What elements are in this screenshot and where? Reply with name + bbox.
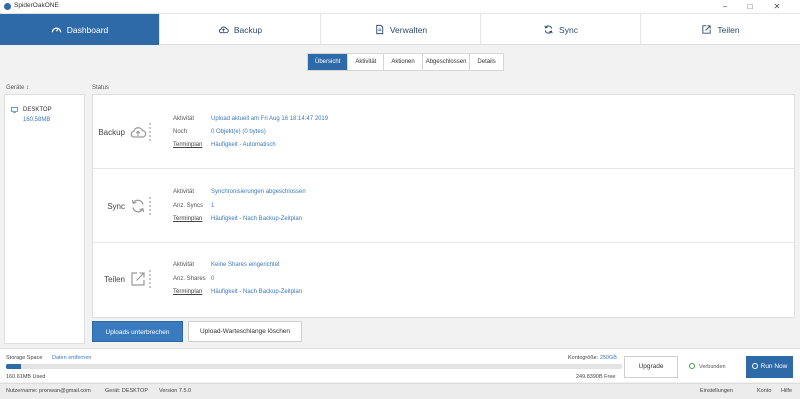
row-value: 1	[211, 203, 215, 209]
storage-area: Storage Space Daten entfernen Kontogröße…	[0, 348, 800, 382]
status-panel: Backup Aktivität Upload aktuell am Fri A…	[92, 94, 795, 318]
window-title: SpiderOakONE	[14, 2, 59, 9]
storage-used: 160.61MB Used	[6, 374, 46, 380]
account-quota: Kontogröße: 250GB	[568, 355, 617, 361]
devices-header[interactable]: Geräte ↕	[6, 85, 29, 91]
subtab-aktivitaet[interactable]: Aktivität	[348, 54, 385, 70]
row-key: Noch	[173, 129, 188, 135]
status-section-teilen: Teilen Aktivität Keine Shares eingericht…	[93, 243, 794, 317]
clear-upload-queue-button[interactable]: Upload-Warteschlange löschen	[188, 321, 302, 342]
sync-arrows-icon	[544, 25, 553, 34]
tab-dashboard-label: Dashboard	[66, 24, 109, 35]
tab-verwalten-label: Verwalten	[389, 24, 428, 35]
status-section-backup: Backup Aktivität Upload aktuell am Fri A…	[93, 95, 794, 169]
pause-uploads-button[interactable]: Uploads unterbrechen	[92, 321, 183, 342]
divider-dots	[149, 197, 151, 215]
connection-status: Verbunden	[689, 363, 726, 370]
footer-link-settings[interactable]: Einstellungen	[700, 388, 733, 394]
row-key: Aktivität	[173, 189, 195, 195]
storage-progress-bar	[6, 364, 622, 369]
row-key: Anz. Syncs	[173, 203, 204, 209]
tab-backup[interactable]: Backup	[160, 14, 321, 45]
row-key: Anz. Shares	[173, 276, 206, 282]
section-label: Backup	[98, 128, 125, 137]
cloud-upload-icon	[218, 26, 229, 34]
tab-sync-label: Sync	[559, 24, 578, 35]
quota-value: 250GB	[599, 355, 617, 361]
terminplan-link[interactable]: Terminplan	[173, 216, 202, 222]
row-key: Aktivität	[173, 262, 195, 268]
storage-label: Storage Space	[6, 355, 43, 361]
row-value: Keine Shares eingerichtet	[211, 262, 280, 268]
run-now-button[interactable]: Run Now	[746, 356, 793, 378]
maximize-button[interactable]: □	[740, 1, 760, 13]
row-value: Häufigkeit - Nach Backup-Zeitplan	[211, 289, 303, 295]
footer-device: Gerät: DESKTOP	[105, 388, 148, 394]
cloud-upload-icon	[130, 127, 147, 138]
row-key: Aktivität	[173, 116, 195, 122]
title-bar: SpiderOakONE – □ ✕	[0, 0, 800, 14]
remove-data-link[interactable]: Daten entfernen	[52, 355, 91, 361]
storage-free: 249.8390B Free	[576, 374, 616, 380]
section-label: Sync	[107, 202, 125, 211]
storage-progress-fill	[6, 364, 22, 369]
row-value: Häufigkeit - Automatisch	[211, 142, 276, 148]
status-section-sync: Sync Aktivität Synchronisierungen abgesc…	[93, 169, 794, 243]
document-icon	[376, 24, 383, 35]
tab-backup-label: Backup	[233, 24, 263, 35]
subtab-aktionen[interactable]: Aktionen	[384, 54, 423, 70]
tab-verwalten[interactable]: Verwalten	[321, 14, 481, 45]
subtab-uebersicht[interactable]: Übersicht	[308, 54, 349, 70]
divider-dots	[149, 123, 151, 141]
tab-teilen[interactable]: Teilen	[641, 14, 800, 45]
section-label: Teilen	[104, 275, 125, 284]
dashboard-gauge-icon	[51, 27, 61, 33]
main-nav: Dashboard Backup Verwalten Sync Teilen	[0, 14, 800, 45]
row-value: Häufigkeit - Nach Backup-Zeitplan	[211, 216, 303, 222]
status-header: Status	[92, 85, 110, 91]
run-now-label: Run Now	[760, 363, 788, 370]
row-value: 0	[211, 276, 215, 282]
tab-sync[interactable]: Sync	[481, 14, 641, 45]
terminplan-link[interactable]: Terminplan	[173, 289, 202, 295]
footer-link-help[interactable]: Hilfe	[781, 388, 792, 394]
device-name: DESKTOP	[23, 107, 52, 113]
connection-status-label: Verbunden	[699, 364, 726, 370]
desktop-device-icon	[11, 107, 18, 113]
subtab-abgeschlossen[interactable]: Abgeschlossen	[423, 54, 471, 70]
minimize-button[interactable]: –	[715, 1, 735, 13]
quota-label: Kontogröße:	[568, 355, 599, 361]
row-value: 0 Objekt(e) (0 bytes)	[211, 129, 266, 135]
footer-username: Nutzername: pronwan@gmail.com	[6, 388, 91, 394]
run-now-icon	[751, 363, 758, 369]
tab-teilen-label: Teilen	[717, 24, 740, 35]
subtab-details[interactable]: Details	[470, 54, 502, 70]
tab-dashboard[interactable]: Dashboard	[0, 14, 160, 45]
terminplan-link[interactable]: Terminplan	[173, 142, 202, 148]
footer-bar: Nutzername: pronwan@gmail.com Gerät: DES…	[0, 383, 800, 399]
row-value: Upload aktuell am Fri Aug 16 18:14:47 20…	[211, 116, 329, 122]
device-size: 160,58MB	[23, 117, 51, 123]
app-logo-icon	[4, 3, 11, 10]
upgrade-button[interactable]: Upgrade	[624, 356, 678, 378]
divider-dots	[149, 270, 151, 288]
devices-panel: DESKTOP 160,58MB	[4, 94, 85, 344]
share-external-icon	[702, 25, 712, 34]
sync-arrows-icon	[131, 199, 145, 213]
row-value: Synchronisierungen abgeschlossen	[211, 189, 306, 195]
share-external-icon	[131, 272, 145, 286]
close-button[interactable]: ✕	[767, 1, 787, 13]
connected-check-icon	[689, 363, 695, 369]
footer-link-account[interactable]: Konto	[757, 388, 771, 394]
footer-version: Version 7.5.0	[159, 388, 192, 394]
dashboard-subtabs: Übersicht Aktivität Aktionen Abgeschloss…	[307, 53, 504, 71]
